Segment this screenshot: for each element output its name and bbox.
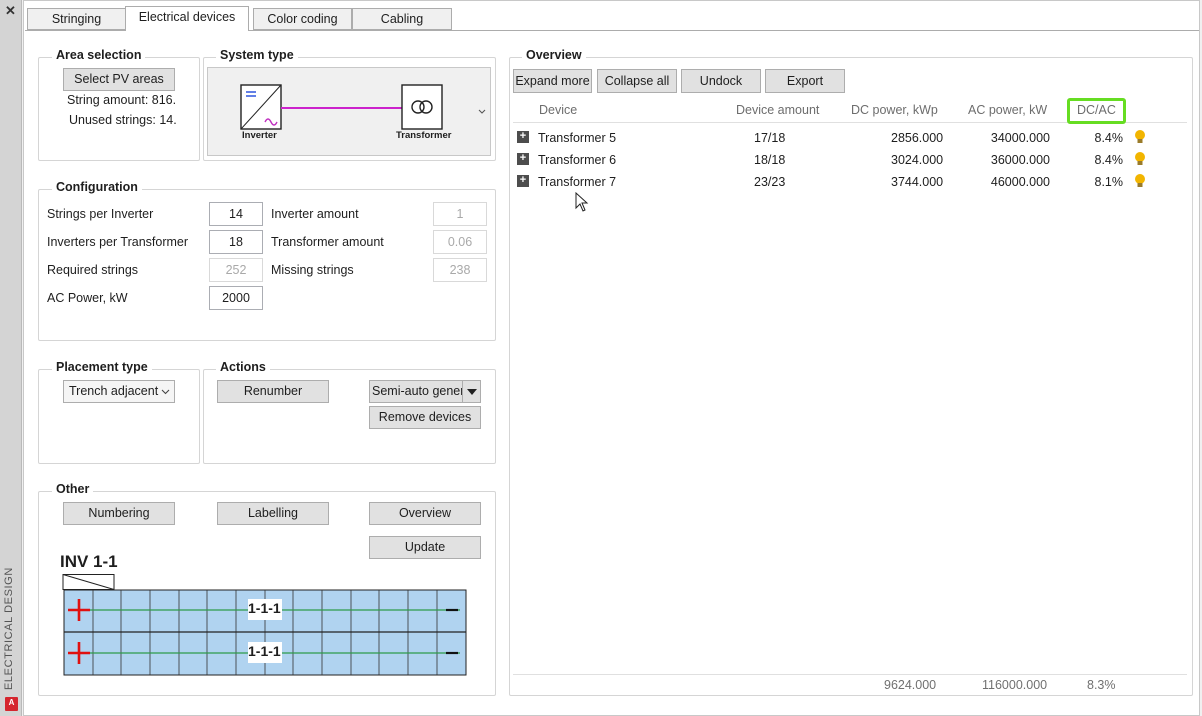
- ac-power-input[interactable]: 2000: [209, 286, 263, 310]
- inverter-amount-field: 1: [433, 202, 487, 226]
- inverter-amount-label: Inverter amount: [271, 207, 359, 221]
- tab-stringing[interactable]: Stringing: [27, 8, 126, 30]
- area-selection-title: Area selection: [52, 48, 146, 62]
- undock-button[interactable]: Undock: [681, 69, 761, 93]
- other-title: Other: [52, 482, 94, 496]
- unused-strings-text: Unused strings: 14.: [69, 113, 177, 127]
- column-device[interactable]: Device: [539, 103, 577, 117]
- tab-color-coding[interactable]: Color coding: [253, 8, 352, 30]
- string-row-label-1: 1-1-1: [248, 600, 281, 616]
- inverters-per-transformer-input[interactable]: 18: [209, 230, 263, 254]
- footer-divider: [513, 674, 1187, 675]
- ac-power-cell: 36000.000: [990, 153, 1050, 167]
- numbering-button[interactable]: Numbering: [63, 502, 175, 525]
- transformer-amount-field: 0.06: [433, 230, 487, 254]
- expand-row-icon[interactable]: +: [517, 175, 529, 187]
- device-cell: Transformer 6: [538, 153, 617, 167]
- device-cell: Transformer 7: [538, 175, 617, 189]
- labelling-button[interactable]: Labelling: [217, 502, 329, 525]
- inverters-per-transformer-label: Inverters per Transformer: [47, 235, 189, 249]
- required-strings-field: 252: [209, 258, 263, 282]
- column-device-amount[interactable]: Device amount: [736, 103, 819, 117]
- select-pv-areas-button[interactable]: Select PV areas: [63, 68, 175, 91]
- expand-more-button[interactable]: Expand more: [513, 69, 592, 93]
- missing-strings-field: 238: [433, 258, 487, 282]
- dc-ac-cell: 8.4%: [1094, 131, 1124, 145]
- dc-ac-cell: 8.4%: [1094, 153, 1124, 167]
- device-cell: Transformer 5: [538, 131, 617, 145]
- lightbulb-icon[interactable]: [1133, 129, 1147, 145]
- transformer-label: Transformer: [396, 130, 452, 141]
- transformer-amount-label: Transformer amount: [271, 235, 384, 249]
- ac-power-cell: 34000.000: [990, 131, 1050, 145]
- string-layout-preview: [62, 574, 467, 676]
- semi-auto-generation-split-button[interactable]: Semi-auto generation: [369, 380, 481, 403]
- dc-power-cell: 2856.000: [891, 131, 944, 145]
- column-dc-ac[interactable]: DC/AC: [1077, 103, 1116, 117]
- strings-per-inverter-label: Strings per Inverter: [47, 207, 154, 221]
- ac-power-label: AC Power, kW: [47, 291, 128, 305]
- placement-type-value: Trench adjacent: [69, 384, 159, 398]
- amount-cell: 23/23: [754, 175, 786, 189]
- inverter-label: Inverter: [242, 130, 277, 141]
- placement-type-dropdown[interactable]: Trench adjacent: [63, 380, 175, 403]
- string-row-label-2: 1-1-1: [248, 643, 281, 659]
- strings-per-inverter-input[interactable]: 14: [209, 202, 263, 226]
- column-dc-power[interactable]: DC power, kWp: [851, 103, 938, 117]
- update-button[interactable]: Update: [369, 536, 481, 559]
- dc-ac-cell: 8.1%: [1094, 175, 1124, 189]
- table-row[interactable]: + Transformer 7 23/23 3744.000 46000.000…: [513, 171, 1187, 193]
- renumber-button[interactable]: Renumber: [217, 380, 329, 403]
- configuration-title: Configuration: [52, 180, 142, 194]
- required-strings-label: Required strings: [47, 263, 139, 277]
- overview-title: Overview: [522, 48, 586, 62]
- ac-power-cell: 46000.000: [990, 175, 1050, 189]
- overview-button[interactable]: Overview: [369, 502, 481, 525]
- lightbulb-icon[interactable]: [1133, 151, 1147, 167]
- collapse-all-button[interactable]: Collapse all: [597, 69, 677, 93]
- dc-power-cell: 3024.000: [891, 153, 944, 167]
- total-dc-ac: 8.3%: [1087, 678, 1116, 692]
- system-type-title: System type: [216, 48, 298, 62]
- mouse-cursor-icon: [575, 192, 589, 212]
- dc-power-cell: 3744.000: [891, 175, 944, 189]
- close-icon[interactable]: ✕: [5, 3, 16, 19]
- chevron-down-icon: [161, 389, 170, 395]
- semi-auto-generation-label: Semi-auto generation: [372, 384, 462, 398]
- tab-electrical-devices[interactable]: Electrical devices: [125, 6, 249, 31]
- expand-row-icon[interactable]: +: [517, 153, 529, 165]
- table-row[interactable]: + Transformer 6 18/18 3024.000 36000.000…: [513, 149, 1187, 171]
- missing-strings-label: Missing strings: [271, 263, 354, 277]
- remove-devices-button[interactable]: Remove devices: [369, 406, 481, 429]
- app-logo: A: [5, 697, 18, 711]
- total-dc-power: 9624.000: [884, 678, 937, 692]
- export-button[interactable]: Export: [765, 69, 845, 93]
- string-amount-text: String amount: 816.: [67, 93, 177, 107]
- placement-type-title: Placement type: [52, 360, 152, 374]
- lightbulb-icon[interactable]: [1133, 173, 1147, 189]
- system-type-selector[interactable]: Inverter Transformer: [207, 67, 491, 156]
- tab-cabling[interactable]: Cabling: [352, 8, 452, 30]
- palette-title: ELECTRICAL DESIGN: [3, 567, 15, 690]
- inverter-preview-label: INV 1-1: [60, 552, 118, 571]
- amount-cell: 17/18: [754, 131, 786, 145]
- column-ac-power[interactable]: AC power, kW: [968, 103, 1047, 117]
- split-divider: [462, 381, 463, 402]
- expand-row-icon[interactable]: +: [517, 131, 529, 143]
- actions-title: Actions: [216, 360, 270, 374]
- dropdown-arrow-icon[interactable]: [467, 389, 477, 396]
- amount-cell: 18/18: [754, 153, 786, 167]
- total-ac-power: 116000.000: [982, 678, 1048, 692]
- table-row[interactable]: + Transformer 5 17/18 2856.000 34000.000…: [513, 127, 1187, 149]
